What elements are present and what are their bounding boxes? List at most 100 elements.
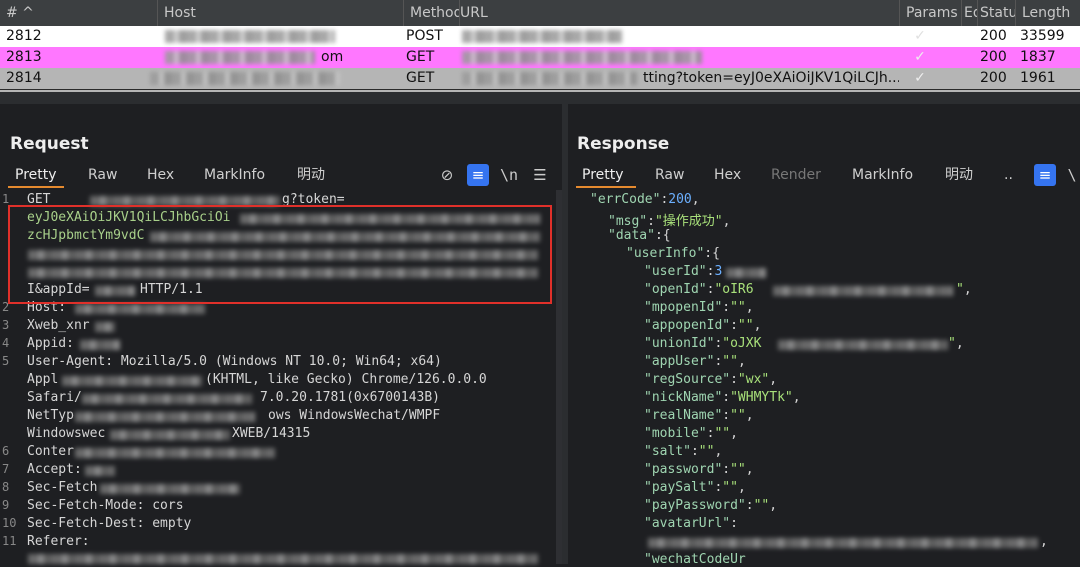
- row-host-tail: om: [321, 49, 344, 65]
- json-key: "nickName": [644, 390, 723, 405]
- params-check-icon: ✓: [914, 28, 926, 44]
- response-tabs: Pretty Raw Hex Render MarkInfo 明动 ..: [568, 164, 1080, 190]
- response-title: Response: [577, 134, 670, 154]
- row-length: 1837: [1020, 49, 1056, 65]
- hide-eye-icon[interactable]: ⊘: [436, 164, 458, 186]
- table-row[interactable]: 2812 POST ✓ 200 33599: [0, 26, 1080, 47]
- json-key: "openId": [644, 282, 707, 297]
- json-punc: ",: [956, 282, 972, 297]
- tab-more[interactable]: ..: [1004, 164, 1013, 188]
- row-number: 2812: [6, 28, 42, 44]
- params-check-icon: ✓: [914, 49, 926, 65]
- json-key: "avatarUrl": [644, 516, 731, 531]
- tab-mingdong[interactable]: 明动: [297, 164, 325, 188]
- json-value: 3: [714, 264, 723, 279]
- json-punc: ",: [948, 336, 964, 351]
- redacted-value: [648, 538, 1038, 548]
- user-agent-cont: Windowswec: [27, 426, 106, 441]
- row-url: tting?token=eyJ0eXAiOiJKV1QiLCJh...: [643, 70, 899, 86]
- json-value: "oIR6: [714, 282, 754, 297]
- http-history-table: # ^ Host Method URL Params Ed Status Len…: [0, 0, 1080, 90]
- menu-icon[interactable]: ☰: [529, 164, 551, 186]
- col-method-header[interactable]: Method: [404, 0, 460, 27]
- response-editor[interactable]: "errCode":200, "msg":"操作成功", "data":{ "u…: [568, 192, 1080, 567]
- redacted-host: [165, 30, 335, 43]
- json-key: "appUser": [644, 354, 715, 369]
- json-key: "payPassword": [644, 498, 746, 513]
- json-key: "mpopenId": [644, 300, 723, 315]
- row-method: GET: [406, 49, 435, 65]
- json-value: "": [698, 444, 715, 459]
- row-length: 33599: [1020, 28, 1065, 44]
- tab-mingdong[interactable]: 明动: [945, 164, 973, 188]
- tab-markinfo[interactable]: MarkInfo: [852, 164, 913, 188]
- redacted-value: [82, 394, 252, 404]
- wrap-lines-icon[interactable]: ≡: [1034, 164, 1056, 186]
- header-referer: Referer:: [27, 534, 90, 549]
- row-method: GET: [406, 70, 435, 86]
- pane-divider[interactable]: [0, 90, 1080, 104]
- redacted-host: [150, 72, 340, 85]
- json-value: "": [730, 408, 746, 423]
- json-value: 200: [668, 192, 692, 207]
- tab-render[interactable]: Render: [771, 164, 821, 188]
- wrap-lines-icon[interactable]: ≡: [467, 164, 489, 186]
- request-title: Request: [10, 134, 89, 154]
- json-value: "oJXK: [722, 336, 762, 351]
- table-row[interactable]: 2813 om GET ✓ 200 1837: [0, 47, 1080, 68]
- json-key: "wechatCodeUr: [644, 552, 746, 567]
- newline-toggle-icon[interactable]: \n: [498, 164, 520, 186]
- json-value: "": [730, 300, 746, 315]
- redacted-value: [95, 322, 115, 332]
- json-key: "paySalt": [644, 480, 715, 495]
- tab-hex[interactable]: Hex: [147, 164, 174, 188]
- json-key: "appopenId": [644, 318, 731, 333]
- tab-pretty[interactable]: Pretty: [576, 164, 636, 188]
- tab-markinfo[interactable]: MarkInfo: [204, 164, 265, 188]
- line-number: 9: [2, 498, 10, 512]
- header-xweb: Xweb_xnr: [27, 318, 90, 333]
- line-number: 6: [2, 444, 10, 458]
- redacted-value: [75, 412, 255, 422]
- redacted-url: [462, 30, 622, 43]
- json-value: "": [730, 462, 746, 477]
- newline-toggle-icon[interactable]: \: [1064, 164, 1080, 186]
- json-key: "salt": [644, 444, 691, 459]
- header-sec-fetch-dest: Sec-Fetch-Dest: empty: [27, 516, 192, 531]
- col-params-header[interactable]: Params: [900, 0, 962, 27]
- table-header: # ^ Host Method URL Params Ed Status Len…: [0, 0, 1080, 27]
- request-scrollbar[interactable]: [556, 190, 562, 564]
- header-sec-fetch-mode: Sec-Fetch-Mode: cors: [27, 498, 184, 513]
- json-value: "": [722, 354, 738, 369]
- tab-raw[interactable]: Raw: [655, 164, 684, 188]
- tab-pretty[interactable]: Pretty: [8, 164, 64, 188]
- line-number: 7: [2, 462, 10, 476]
- json-key: "msg": [608, 214, 648, 229]
- user-agent-cont: 7.0.20.1781(0x6700143B): [260, 390, 441, 405]
- json-punc: ,: [1040, 534, 1048, 549]
- row-number: 2814: [6, 70, 42, 86]
- redacted-value: [726, 268, 766, 278]
- json-value: "wx": [737, 372, 770, 387]
- redacted-value: [100, 484, 240, 494]
- header-sec-fetch-site: Sec-Fetch: [27, 480, 98, 495]
- redacted-value: [773, 286, 953, 296]
- col-status-header[interactable]: Status: [978, 0, 1016, 27]
- user-agent-cont: NetTyp: [27, 408, 74, 423]
- col-host-header[interactable]: Host: [158, 0, 404, 27]
- line-number: 3: [2, 318, 10, 332]
- col-number-header[interactable]: # ^: [0, 0, 158, 27]
- redacted-value: [62, 376, 202, 386]
- line-number: 1: [2, 192, 10, 206]
- col-edited-header[interactable]: Ed: [962, 0, 978, 27]
- tab-raw[interactable]: Raw: [88, 164, 117, 188]
- redacted-url: [462, 72, 637, 85]
- col-url-header[interactable]: URL: [460, 0, 900, 27]
- tab-hex[interactable]: Hex: [714, 164, 741, 188]
- redacted-value: [778, 340, 948, 350]
- json-key: "userInfo": [626, 246, 705, 261]
- col-length-header[interactable]: Length: [1016, 0, 1080, 27]
- json-value: "操作成功": [654, 214, 723, 229]
- table-row[interactable]: 2814 GET tting?token=eyJ0eXAiOiJKV1QiLCJ…: [0, 68, 1080, 89]
- row-method: POST: [406, 28, 443, 44]
